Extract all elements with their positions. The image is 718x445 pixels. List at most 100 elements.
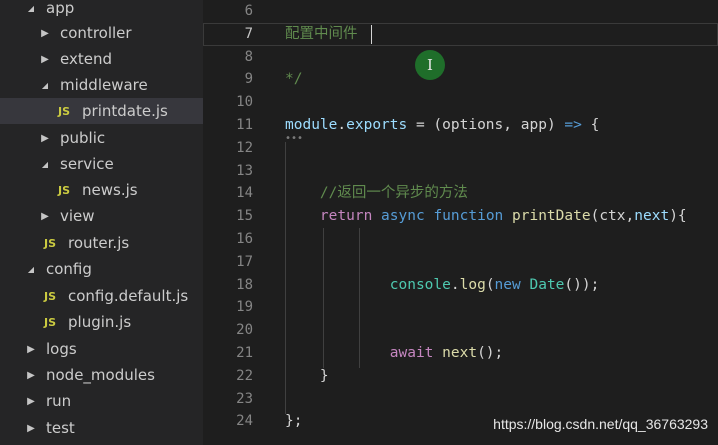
code-line[interactable]: 22 } — [203, 365, 718, 388]
file-item[interactable]: JS config.default.js — [0, 283, 203, 309]
chevron-right-icon[interactable]: ▶ — [38, 211, 52, 222]
code-line[interactable]: 6 — [203, 0, 718, 23]
folder-item[interactable]: ◢ service — [0, 151, 203, 177]
tree-item-label: news.js — [82, 181, 138, 199]
code-text: */ — [285, 68, 302, 91]
chevron-down-icon[interactable]: ◢ — [24, 4, 38, 13]
code-line[interactable]: 8 — [203, 46, 718, 69]
folder-item[interactable]: ▶ run — [0, 388, 203, 414]
folder-item[interactable]: ▶ node_modules — [0, 362, 203, 388]
code-token: function — [433, 208, 504, 225]
tree-item-label: printdate.js — [82, 102, 168, 120]
code-line[interactable]: 10 — [203, 91, 718, 114]
code-text: return async function printDate(ctx,next… — [285, 205, 687, 228]
code-token: module — [285, 117, 338, 133]
code-text: 配置中间件 — [285, 23, 358, 46]
code-line[interactable]: 12 — [203, 137, 718, 160]
code-line[interactable]: 23 — [203, 388, 718, 411]
code-line[interactable]: 18 console.log(new Date()); — [203, 274, 718, 297]
code-text: console.log(new Date()); — [285, 274, 600, 297]
tree-item-label: node_modules — [46, 366, 155, 384]
chevron-right-icon[interactable]: ▶ — [24, 423, 38, 434]
code-text: //返回一个异步的方法 — [285, 182, 468, 205]
folder-item[interactable]: ▶ test — [0, 415, 203, 441]
chevron-right-icon[interactable]: ▶ — [24, 396, 38, 407]
folder-item[interactable]: ▶ view — [0, 203, 203, 229]
chevron-right-icon[interactable]: ▶ — [38, 28, 52, 39]
code-token: . — [450, 276, 460, 293]
js-file-icon: JS — [44, 315, 57, 329]
code-line[interactable]: 15 return async function printDate(ctx,n… — [203, 205, 718, 228]
tree-item-label: controller — [60, 24, 132, 42]
tree-item-label: config.default.js — [68, 287, 189, 305]
code-token: ) — [546, 117, 565, 133]
line-number: 11 — [236, 117, 253, 133]
js-file-icon: JS — [44, 289, 57, 303]
chevron-right-icon[interactable]: ▶ — [38, 133, 52, 144]
code-token: (); — [477, 345, 504, 361]
line-number: 14 — [236, 185, 253, 202]
code-line[interactable]: 9 */ — [203, 68, 718, 91]
tree-item-label: middleware — [60, 76, 148, 94]
code-text: }; — [285, 410, 302, 433]
folder-item[interactable]: ◢ config — [0, 256, 203, 282]
tree-item-label: plugin.js — [68, 313, 132, 331]
line-number: 23 — [236, 390, 253, 407]
folder-item[interactable]: ▶ extend — [0, 46, 203, 72]
chevron-right-icon[interactable]: ▶ — [38, 54, 52, 65]
code-line[interactable]: 19 — [203, 296, 718, 319]
code-line[interactable]: 11 module.exports = (options, app) => { — [203, 114, 718, 137]
tree-item-label: app — [46, 0, 75, 17]
mouse-pointer-highlight: I — [415, 50, 445, 80]
chevron-down-icon[interactable]: ◢ — [24, 265, 38, 274]
code-token: exports — [346, 117, 408, 133]
code-line[interactable]: 16 — [203, 228, 718, 251]
js-file-icon: JS — [58, 183, 71, 197]
folder-item[interactable]: ◢ middleware — [0, 72, 203, 98]
chevron-down-icon[interactable]: ◢ — [38, 81, 52, 90]
folder-item[interactable]: ◢ app — [0, 0, 203, 21]
tree-item-label: test — [46, 419, 75, 437]
code-token: log — [459, 276, 486, 293]
code-token: ctx — [599, 208, 626, 225]
code-token: return — [319, 208, 373, 225]
file-item[interactable]: JS news.js — [0, 177, 203, 203]
code-line[interactable]: 17 — [203, 251, 718, 274]
code-line[interactable]: 14 //返回一个异步的方法 — [203, 182, 718, 205]
line-number: 24 — [236, 413, 253, 430]
folder-item[interactable]: ▶ controller — [0, 20, 203, 46]
line-number: 10 — [236, 94, 253, 111]
code-line[interactable]: 7 配置中间件 — [203, 22, 718, 46]
code-line[interactable]: 20 — [203, 319, 718, 342]
code-line[interactable]: 13 — [203, 160, 718, 183]
tree-item-label: logs — [46, 340, 77, 358]
line-number: 8 — [244, 48, 253, 65]
code-token: */ — [285, 71, 303, 88]
file-item[interactable]: JS router.js — [0, 230, 203, 256]
code-editor[interactable]: ••• 6 7 配置中间件 8 9 */10 11 module.exports = (opt… — [203, 0, 718, 445]
chevron-right-icon[interactable]: ▶ — [24, 344, 38, 355]
folder-item[interactable]: ▶ logs — [0, 336, 203, 362]
chevron-down-icon[interactable]: ◢ — [38, 160, 52, 169]
file-item[interactable]: JS printdate.js — [0, 98, 203, 124]
code-token: ()); — [564, 276, 600, 293]
code-token: { — [581, 117, 600, 133]
tree-item-label: config — [46, 260, 92, 278]
file-item[interactable]: JS plugin.js — [0, 309, 203, 335]
code-token: => — [564, 117, 582, 133]
code-token: 配置中间件 — [285, 25, 358, 42]
folder-item[interactable]: ▶ public — [0, 125, 203, 151]
chevron-right-icon[interactable]: ▶ — [24, 370, 38, 381]
text-cursor-icon: I — [427, 56, 433, 74]
js-file-icon: JS — [58, 104, 71, 118]
watermark: https://blog.csdn.net/qq_36763293 — [493, 416, 708, 432]
code-token: ( — [485, 276, 495, 293]
code-token: ){ — [669, 208, 687, 225]
code-text: } — [285, 365, 329, 388]
code-line[interactable]: 21 await next(); — [203, 342, 718, 365]
code-token: async — [381, 208, 425, 225]
